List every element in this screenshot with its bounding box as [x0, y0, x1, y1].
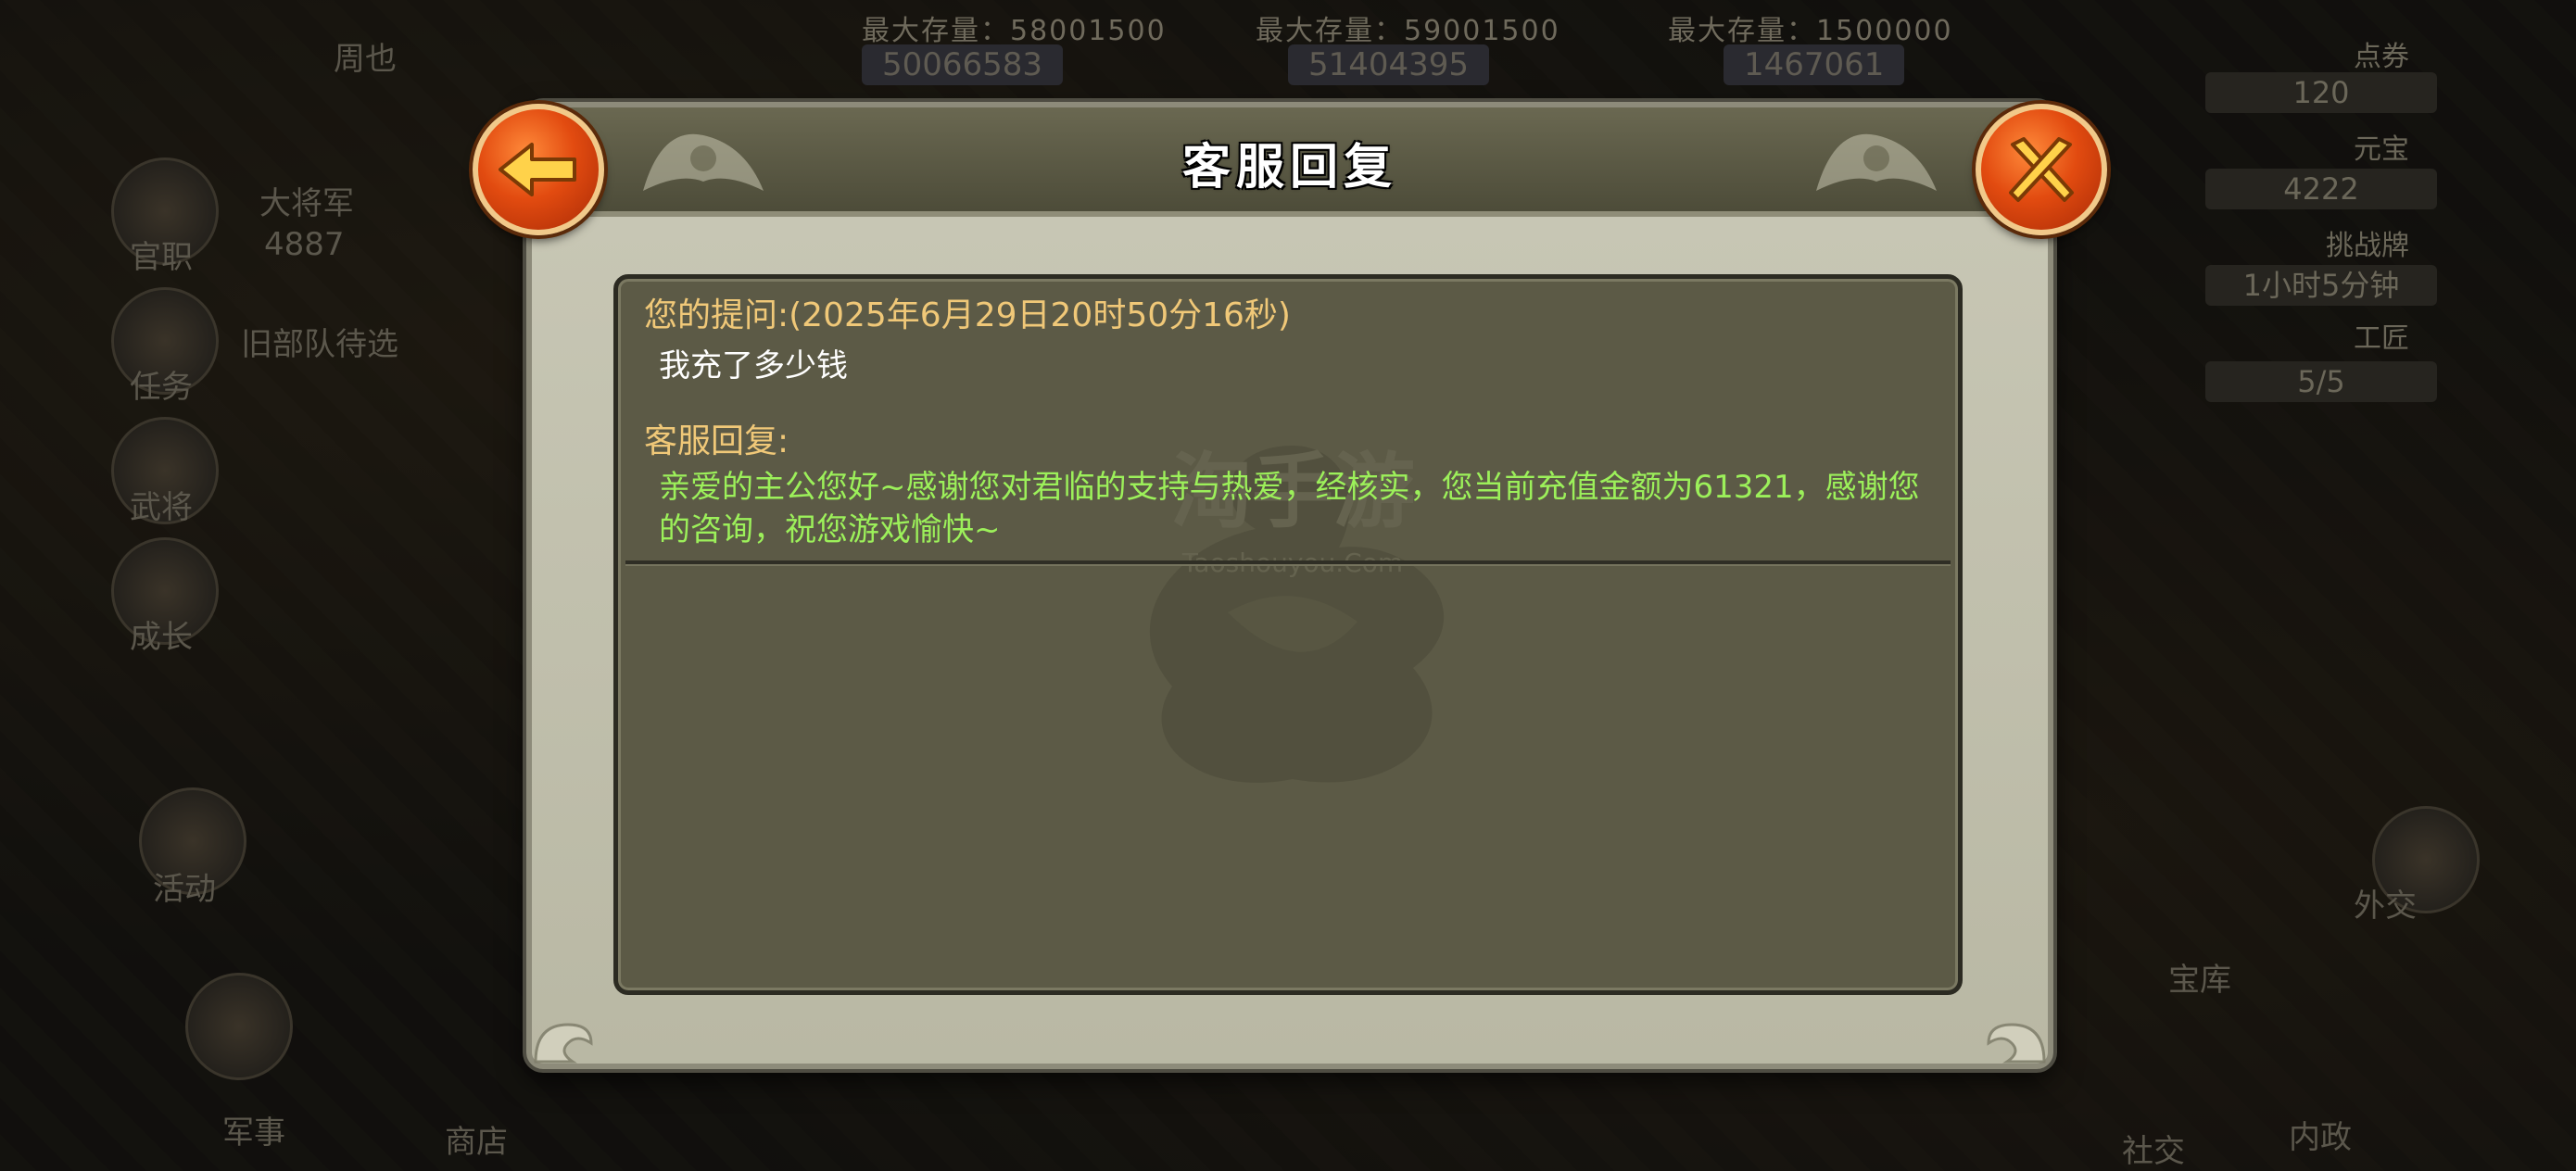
resource-max-1: 最大存量：58001500	[862, 15, 1167, 47]
reply-text: 亲爱的主公您好~感谢您对君临的支持与热爱，经核实，您当前充值金额为61321，感…	[659, 469, 1920, 548]
message-divider	[625, 560, 1951, 566]
menu-item-general[interactable]: 武将	[130, 482, 193, 527]
menu-item-interior[interactable]: 内政	[2289, 1112, 2352, 1157]
dialog-title-bar: 客服回复	[532, 107, 2048, 217]
customer-service-reply-dialog: 客服回复 淘手游 Taoshouyou.Com 您的提问:(2025年6月29日…	[473, 102, 2107, 1069]
ingot-value: 4222	[2205, 169, 2437, 209]
corner-ornament-left-icon	[534, 1023, 593, 1064]
resource-value-1: 50066583	[862, 44, 1064, 85]
menu-item-diplomacy[interactable]: 外交	[2354, 880, 2417, 925]
coupon-label: 点券	[2354, 41, 2409, 73]
menu-item-zhouye[interactable]: 周也	[334, 33, 397, 79]
coupon-value: 120	[2205, 72, 2437, 113]
troop-status: 旧部队待选	[241, 326, 398, 363]
challenge-value: 1小时5分钟	[2205, 265, 2437, 306]
resource-max-3: 最大存量：1500000	[1668, 15, 1953, 47]
resource-value-3: 1467061	[1724, 44, 1905, 85]
challenge-label: 挑战牌	[2326, 230, 2409, 262]
title-ornament-right-icon	[1816, 133, 1937, 191]
menu-item-growth[interactable]: 成长	[130, 611, 193, 657]
menu-item-activity[interactable]: 活动	[153, 863, 216, 909]
crossed-swords-close-icon	[2009, 137, 2074, 202]
reply-label: 客服回复:	[644, 422, 789, 460]
resource-value-2: 51404395	[1288, 44, 1490, 85]
menu-item-official[interactable]: 官职	[130, 232, 193, 277]
menu-item-treasury[interactable]: 宝库	[2168, 954, 2231, 1000]
close-button[interactable]	[1976, 104, 2107, 235]
ingot-label: 元宝	[2354, 133, 2409, 166]
resource-max-2: 最大存量：59001500	[1256, 15, 1560, 47]
menu-item-military[interactable]: 军事	[222, 1107, 285, 1152]
rank-value: 4887	[264, 226, 345, 263]
message-panel: 淘手游 Taoshouyou.Com 您的提问:(2025年6月29日20时50…	[613, 274, 1963, 995]
military-icon[interactable]	[185, 973, 293, 1080]
rank-label: 大将军	[259, 185, 354, 222]
menu-item-social[interactable]: 社交	[2122, 1126, 2185, 1171]
left-arrow-icon	[499, 143, 576, 196]
back-button[interactable]	[473, 104, 604, 235]
craftsman-label: 工匠	[2354, 322, 2409, 355]
craftsman-value: 5/5	[2205, 361, 2437, 402]
question-text: 我充了多少钱	[659, 347, 848, 384]
menu-item-task[interactable]: 任务	[130, 361, 193, 407]
question-label: 您的提问:(2025年6月29日20时50分16秒)	[644, 296, 1291, 334]
menu-item-shop[interactable]: 商店	[445, 1116, 508, 1162]
corner-ornament-right-icon	[1987, 1023, 2046, 1064]
